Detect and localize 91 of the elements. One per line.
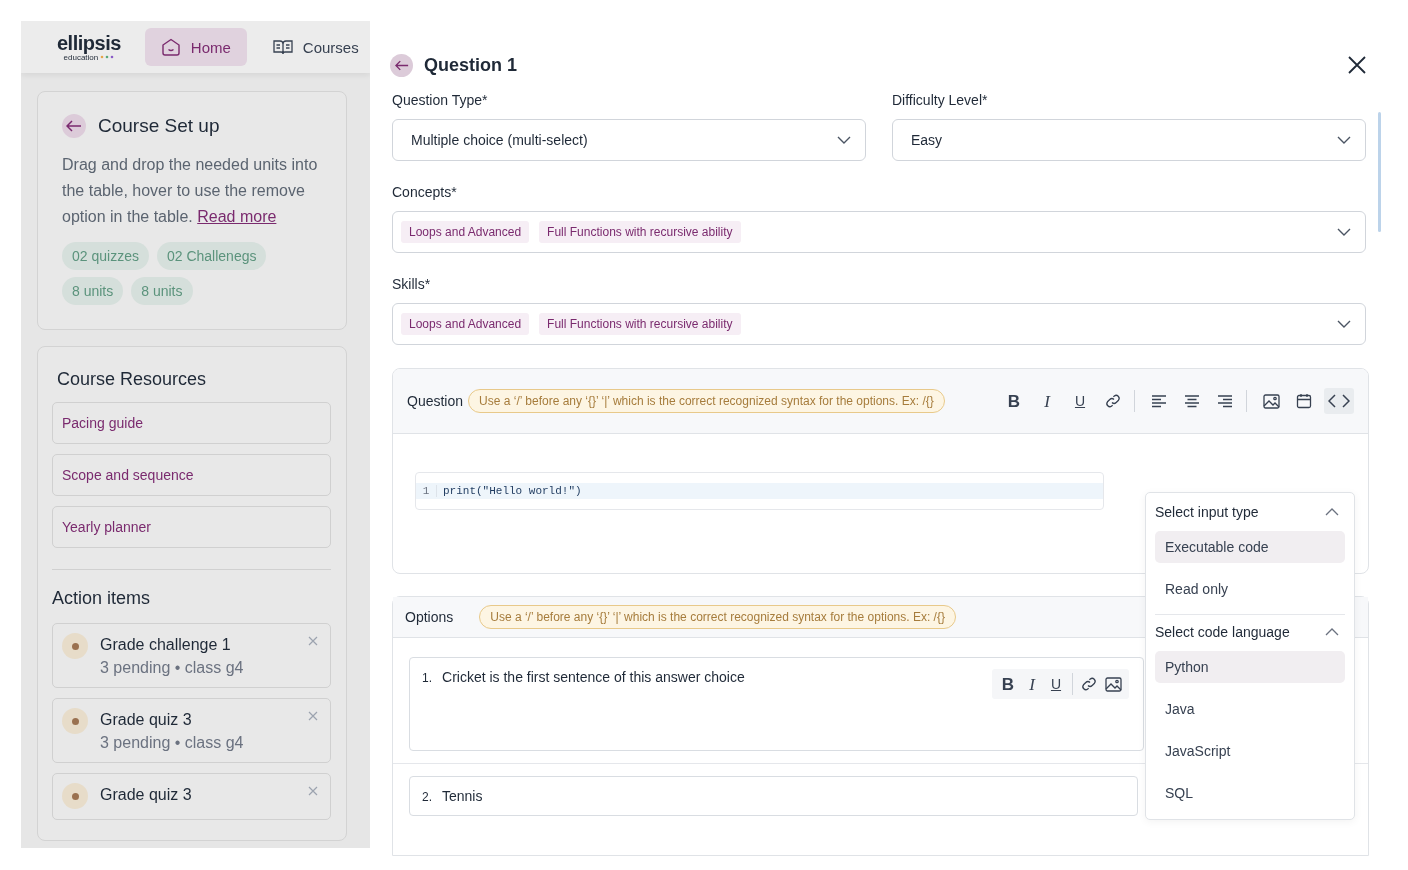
action-meta: 3 pending • class g4 — [100, 734, 244, 752]
code-button[interactable] — [1324, 388, 1354, 414]
select-field[interactable]: Easy — [892, 119, 1366, 161]
action-title: Grade challenge 1 — [100, 636, 232, 654]
align-right-icon — [1217, 394, 1233, 408]
dropdown-option[interactable]: Executable code — [1155, 531, 1345, 563]
editor-label: Options — [405, 609, 454, 625]
chevron-up-icon[interactable] — [1325, 628, 1339, 636]
resource-link[interactable]: Pacing guide — [52, 402, 331, 444]
scrollbar-thumb[interactable] — [1378, 112, 1381, 232]
read-more-link[interactable]: Read more — [197, 208, 277, 225]
close-button[interactable] — [1347, 55, 1367, 75]
chevron-down-icon — [1337, 228, 1351, 236]
selected-tag: Full Functions with recursive ability — [539, 313, 741, 335]
dropdown-option[interactable]: SQL — [1155, 777, 1345, 809]
selected-tag: Loops and Advanced — [401, 221, 530, 243]
dropdown-option[interactable]: Java — [1155, 693, 1345, 725]
code-icon — [1328, 394, 1350, 408]
select-field[interactable]: Multiple choice (multi-select) — [392, 119, 866, 161]
option-number: 1. — [422, 670, 432, 685]
line-number: 1 — [416, 485, 437, 497]
status-dot-icon — [62, 783, 88, 809]
calendar-icon — [1296, 393, 1312, 409]
section-title: Action items — [52, 588, 152, 609]
back-button[interactable] — [62, 114, 86, 138]
description-text: Drag and drop the needed units into the table, hover to use the remove option in the table. Read more — [62, 155, 319, 227]
editor-label: Question — [407, 393, 464, 409]
italic-button[interactable]: I — [1020, 670, 1044, 698]
option-field[interactable]: 1. Cricket is the first sentence of this answer choice B I U — [409, 657, 1144, 751]
status-dot-icon — [62, 633, 88, 659]
action-title: Grade quiz 3 — [100, 711, 193, 729]
nav-tab[interactable]: Courses — [256, 28, 370, 66]
drawer-title: Question 1 — [424, 54, 518, 76]
arrow-left-icon — [394, 59, 409, 71]
field-label: Concepts* — [392, 184, 458, 200]
syntax-hint: Use a ‘/’ before any ‘{}’ ‘|’ which is the correct recognized syntax for the options. Ex: /{} — [468, 389, 945, 413]
back-button[interactable] — [390, 53, 413, 77]
italic-button[interactable]: I — [1034, 388, 1060, 414]
action-item[interactable]: Grade challenge 1 3 pending • class g4 — [52, 623, 331, 688]
image-icon — [1262, 393, 1280, 409]
dropdown-section-title: Select code language — [1155, 624, 1290, 640]
count-tag: 8 units — [62, 277, 124, 305]
logo-wordmark: ellipsis — [57, 32, 121, 53]
link-icon — [1105, 393, 1121, 409]
count-tag: 02 quizzes — [62, 242, 149, 270]
dropdown-option[interactable]: Python — [1155, 651, 1345, 683]
selected-tag: Full Functions with recursive ability — [539, 221, 741, 243]
card-title: Course Set up — [98, 115, 220, 137]
image-icon — [1104, 676, 1122, 692]
option-field[interactable]: 2. Tennis — [409, 776, 1139, 816]
selected-tag: Loops and Advanced — [401, 313, 530, 335]
book-icon — [272, 39, 293, 55]
code-editor[interactable]: 1 print("Hello world!") — [415, 472, 1104, 510]
count-tag: 02 Challenegs — [156, 242, 267, 270]
field-label: Skills* — [392, 276, 432, 292]
multi-select-field[interactable]: Loops and Advanced Full Functions with recursive ability — [392, 303, 1366, 345]
field-label: Difficulty Level* — [892, 92, 989, 108]
bold-button[interactable]: B — [996, 670, 1020, 698]
option-number: 2. — [422, 789, 432, 804]
underline-button[interactable]: U — [1044, 670, 1068, 698]
resource-link[interactable]: Scope and sequence — [52, 454, 331, 496]
action-meta: 3 pending • class g4 — [100, 659, 244, 677]
nav-tab[interactable]: Home — [144, 28, 247, 66]
multi-select-field[interactable]: Loops and Advanced Full Functions with recursive ability — [392, 211, 1366, 253]
align-center-icon — [1184, 394, 1200, 408]
option-text: Tennis — [442, 788, 483, 804]
count-tag: 8 units — [131, 277, 193, 305]
chevron-down-icon — [1337, 136, 1351, 144]
align-left-icon — [1151, 394, 1167, 408]
dropdown-option[interactable]: Read only — [1155, 573, 1345, 605]
dots-icon — [100, 55, 115, 59]
bold-button[interactable]: B — [1001, 388, 1027, 414]
arrow-left-icon — [66, 120, 82, 132]
dropdown-section-title: Select input type — [1155, 504, 1259, 520]
chevron-up-icon[interactable] — [1325, 508, 1339, 516]
home-icon — [160, 38, 181, 56]
dropdown-option[interactable]: JavaScript — [1155, 735, 1345, 767]
code-line: print("Hello world!") — [443, 485, 582, 497]
chevron-down-icon — [1337, 320, 1351, 328]
option-text: Cricket is the first sentence of this answer choice — [442, 669, 745, 685]
status-dot-icon — [62, 708, 88, 734]
action-item[interactable]: Grade quiz 3 — [52, 773, 331, 820]
action-item[interactable]: Grade quiz 3 3 pending • class g4 — [52, 698, 331, 763]
syntax-hint: Use a ‘/’ before any ‘{}’ ‘|’ which is the correct recognized syntax for the options. Ex: /{} — [479, 605, 956, 629]
action-title: Grade quiz 3 — [100, 786, 192, 804]
underline-button[interactable]: U — [1067, 388, 1093, 414]
resource-link[interactable]: Yearly planner — [52, 506, 331, 548]
chevron-down-icon — [837, 136, 851, 144]
link-icon — [1081, 676, 1097, 692]
section-title: Course Resources — [57, 369, 208, 390]
field-label: Question Type* — [392, 92, 489, 108]
